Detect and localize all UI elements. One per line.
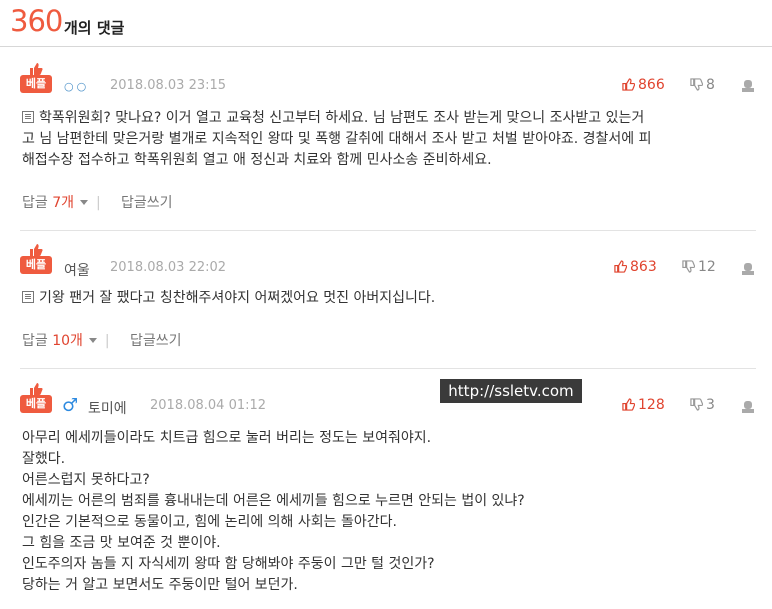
thumbs-up-icon	[30, 244, 43, 256]
thumbs-up-icon	[622, 398, 635, 411]
comment-date: 2018.08.03 22:02	[110, 260, 227, 275]
thumbs-down-icon	[682, 260, 695, 273]
comments-header: 360 개의 댓글	[0, 0, 772, 47]
divider	[20, 368, 756, 369]
best-tag: 베플	[20, 395, 52, 413]
dislike-button[interactable]: 8	[690, 77, 715, 93]
comment-body: 기왕 팬거 잘 팼다고 칭찬해주셔야지 어쩌겠어요 멋진 아버지십니다.	[22, 288, 435, 309]
comment-count: 360	[10, 4, 63, 38]
dislike-button[interactable]: 3	[690, 397, 715, 413]
nickname[interactable]: 토미에	[88, 398, 127, 418]
chevron-down-icon	[88, 338, 97, 343]
thumbs-up-icon	[614, 260, 627, 273]
like-button[interactable]: 866	[622, 77, 665, 93]
anonymous-icon: ○○	[64, 80, 90, 93]
report-icon[interactable]	[742, 262, 754, 276]
replies-toggle[interactable]: 답글 7개 |	[22, 192, 109, 212]
nickname[interactable]: 여울	[64, 260, 90, 280]
comment-body: 학폭위원회? 맞나요? 이거 열고 교육청 신고부터 하세요. 님 남편도 조사…	[22, 110, 652, 168]
comment-count-label: 개의 댓글	[64, 19, 125, 37]
page-icon	[22, 291, 34, 303]
thumbs-up-icon	[622, 78, 635, 91]
page-icon	[22, 111, 34, 123]
like-button[interactable]: 863	[614, 259, 657, 275]
like-count: 128	[638, 397, 665, 413]
replies-toggle[interactable]: 답글 10개 |	[22, 330, 118, 350]
write-reply-button[interactable]: 답글쓰기	[121, 192, 173, 212]
male-icon: ♂	[62, 395, 79, 416]
like-button[interactable]: 128	[622, 397, 665, 413]
comment-date: 2018.08.03 23:15	[110, 78, 227, 93]
comment-body: 아무리 에세끼들이라도 치트급 힘으로 눌러 버리는 정도는 보여줘야지. 잘했…	[22, 430, 525, 593]
comment-date: 2018.08.04 01:12	[150, 398, 267, 413]
write-reply-button[interactable]: 답글쓰기	[130, 330, 182, 350]
best-badge: 베플	[20, 382, 52, 414]
divider	[20, 230, 756, 231]
chevron-down-icon	[80, 200, 89, 205]
dislike-button[interactable]: 12	[682, 259, 716, 275]
thumbs-down-icon	[690, 78, 703, 91]
best-tag: 베플	[20, 75, 52, 93]
like-count: 863	[630, 259, 657, 275]
best-tag: 베플	[20, 256, 52, 274]
report-icon[interactable]	[742, 400, 754, 414]
best-badge: 베플	[20, 243, 52, 275]
dislike-count: 12	[698, 259, 716, 275]
dislike-count: 8	[706, 77, 715, 93]
report-icon[interactable]	[742, 79, 754, 93]
thumbs-up-icon	[30, 383, 43, 395]
watermark: http://ssletv.com	[440, 379, 582, 403]
dislike-count: 3	[706, 397, 715, 413]
best-badge: 베플	[20, 62, 52, 94]
thumbs-down-icon	[690, 398, 703, 411]
like-count: 866	[638, 77, 665, 93]
thumbs-up-icon	[30, 63, 43, 75]
